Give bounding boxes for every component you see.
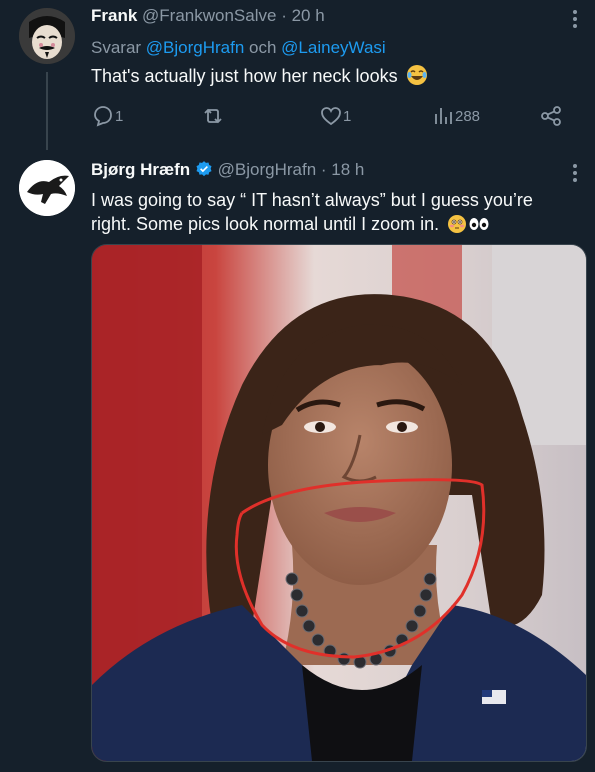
view-count: 288 [455, 107, 481, 125]
mention-link[interactable]: @BjorgHrafn [146, 38, 245, 57]
thread-connector-line [46, 72, 48, 150]
photo-woman-with-red-circle-annotation [92, 245, 586, 761]
share-icon [541, 106, 561, 126]
author-name[interactable]: Frank [91, 6, 137, 25]
views-button[interactable]: 288 [431, 103, 480, 129]
avatar-bjorg[interactable] [19, 160, 75, 216]
reply-icon [94, 106, 112, 127]
flushed-face-and-eyes-icon [448, 215, 489, 233]
tweet-bjorg[interactable]: Bjørg Hræfn @BjorgHrafn · 18 h I was goi… [0, 150, 595, 772]
tweet-text: I was going to say “ IT hasn’t always” b… [91, 188, 571, 236]
author-name[interactable]: Bjørg Hræfn [91, 160, 190, 179]
mention-link[interactable]: @LaineyWasi [281, 38, 386, 57]
like-count: 1 [343, 107, 352, 125]
author-handle[interactable]: @FrankwonSalve [142, 6, 276, 25]
laughing-face-icon [406, 65, 427, 85]
more-options-icon[interactable] [573, 164, 577, 185]
tweet-text-line-2-wrap: right. Some pics look normal until I zoo… [91, 212, 571, 236]
views-chart-icon [435, 108, 452, 124]
reply-count: 1 [115, 107, 124, 125]
author-handle[interactable]: @BjorgHrafn [218, 160, 317, 179]
reply-button[interactable]: 1 [91, 103, 123, 129]
verified-badge-icon [196, 161, 212, 177]
reply-prefix: Svarar [91, 38, 146, 57]
tweet-text-line-2: right. Some pics look normal until I zoo… [91, 214, 440, 234]
timestamp[interactable]: · 20 h [281, 6, 324, 25]
tweet-text: That's actually just how her neck looks [91, 64, 428, 88]
tweet-photo[interactable] [91, 244, 587, 762]
like-button[interactable]: 1 [319, 103, 351, 129]
timestamp[interactable]: · 18 h [321, 160, 364, 179]
retweet-button[interactable] [201, 103, 225, 129]
tweet-header: Bjørg Hræfn @BjorgHrafn · 18 h [91, 160, 364, 180]
tweet-actions: 1 1 288 [91, 103, 571, 129]
heart-icon [321, 107, 341, 126]
reply-joiner: och [244, 38, 282, 57]
share-button[interactable] [539, 103, 563, 129]
replying-to: Svarar @BjorgHrafn och @LaineyWasi [91, 38, 386, 58]
more-options-icon[interactable] [573, 10, 577, 31]
tweet-frank[interactable]: Frank @FrankwonSalve · 20 h Svarar @Bjor… [0, 0, 595, 150]
tweet-header: Frank @FrankwonSalve · 20 h [91, 6, 325, 26]
avatar-frank[interactable] [19, 8, 75, 64]
retweet-icon [204, 108, 222, 124]
tweet-text-line-1: I was going to say “ IT hasn’t always” b… [91, 190, 533, 210]
tweet-text-content: That's actually just how her neck looks [91, 66, 398, 86]
